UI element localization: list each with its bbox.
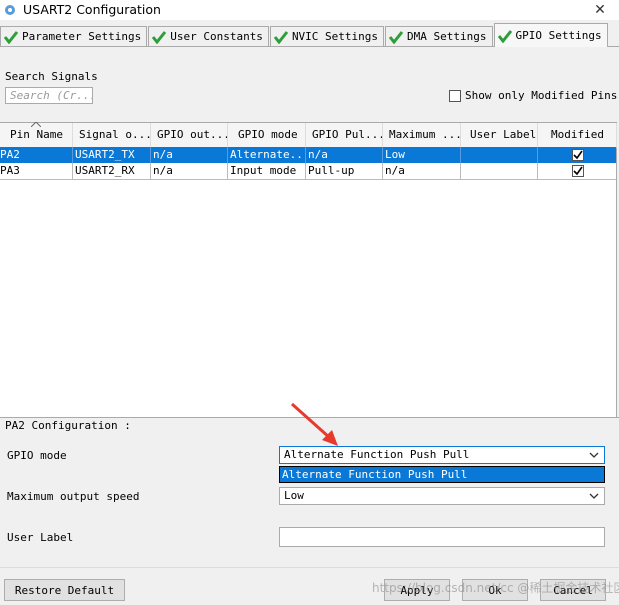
col-gpio-pull[interactable]: GPIO Pul... bbox=[306, 123, 383, 147]
annotation-arrow-icon bbox=[290, 402, 338, 446]
col-max-speed[interactable]: Maximum ... bbox=[383, 123, 461, 147]
table-row[interactable]: PA2 USART2_TX n/a Alternate... n/a Low bbox=[0, 147, 616, 163]
pin-table: Pin Name Signal o... GPIO out... GPIO mo… bbox=[0, 122, 617, 417]
max-speed-value: Low bbox=[284, 489, 304, 502]
cell-user-label bbox=[461, 147, 538, 163]
check-icon bbox=[3, 30, 19, 44]
search-input[interactable]: Search (Cr... bbox=[5, 87, 93, 104]
col-user-label[interactable]: User Label bbox=[461, 123, 538, 147]
tab-dma-settings[interactable]: DMA Settings bbox=[385, 26, 493, 46]
footer-divider bbox=[0, 567, 619, 568]
check-mark-icon bbox=[573, 166, 583, 176]
check-icon bbox=[273, 30, 289, 44]
watermark: https://blog.csdn.net/cc @稀土掘金技术社区 bbox=[372, 581, 619, 595]
cell-user-label bbox=[461, 163, 538, 179]
cell-mode: Input mode bbox=[228, 163, 306, 179]
cell-pull: n/a bbox=[306, 147, 383, 163]
tab-bar: Parameter Settings User Constants NVIC S… bbox=[0, 22, 619, 47]
tab-nvic-settings[interactable]: NVIC Settings bbox=[269, 26, 385, 46]
app-gear-icon bbox=[5, 5, 15, 15]
tab-label: Parameter Settings bbox=[22, 30, 142, 43]
tab-label: GPIO Settings bbox=[515, 29, 602, 42]
cell-pin: PA3 bbox=[0, 163, 73, 179]
col-gpio-mode[interactable]: GPIO mode bbox=[228, 123, 306, 147]
user-label-input[interactable] bbox=[279, 527, 605, 547]
check-icon bbox=[152, 30, 167, 44]
cell-pin: PA2 bbox=[0, 147, 73, 163]
tab-user-constants[interactable]: User Constants bbox=[148, 26, 269, 46]
user-label-label: User Label bbox=[7, 531, 74, 544]
col-pin-name[interactable]: Pin Name bbox=[0, 123, 73, 147]
cell-output: n/a bbox=[151, 147, 228, 163]
title-bar: USART2 Configuration ✕ bbox=[0, 0, 619, 20]
chevron-down-icon bbox=[589, 493, 599, 499]
cell-output: n/a bbox=[151, 163, 228, 179]
tab-label: NVIC Settings bbox=[291, 30, 379, 43]
show-modified-checkbox[interactable] bbox=[449, 90, 461, 102]
table-header: Pin Name Signal o... GPIO out... GPIO mo… bbox=[0, 122, 617, 148]
col-modified[interactable]: Modified bbox=[538, 123, 617, 147]
tab-gpio-settings[interactable]: GPIO Settings bbox=[493, 23, 608, 47]
cell-speed: Low bbox=[383, 147, 461, 163]
check-icon bbox=[388, 30, 404, 44]
restore-default-button[interactable]: Restore Default bbox=[4, 579, 125, 601]
modified-checkbox bbox=[572, 165, 584, 177]
config-title: PA2 Configuration : bbox=[5, 419, 131, 432]
cell-signal: USART2_RX bbox=[73, 163, 151, 179]
tab-label: User Constants bbox=[170, 30, 263, 43]
max-speed-label: Maximum output speed bbox=[7, 490, 140, 503]
gpio-mode-label: GPIO mode bbox=[7, 449, 67, 462]
cell-speed: n/a bbox=[383, 163, 461, 179]
close-button[interactable]: ✕ bbox=[589, 0, 611, 20]
cell-pull: Pull-up bbox=[306, 163, 383, 179]
max-speed-select[interactable]: Low bbox=[279, 487, 605, 505]
chevron-down-icon bbox=[589, 452, 599, 458]
col-gpio-output[interactable]: GPIO out... bbox=[151, 123, 228, 147]
check-mark-icon bbox=[573, 150, 583, 160]
col-signal[interactable]: Signal o... bbox=[73, 123, 151, 147]
show-modified-label: Show only Modified Pins bbox=[465, 89, 618, 102]
table-row[interactable]: PA3 USART2_RX n/a Input mode Pull-up n/a bbox=[0, 163, 616, 180]
gpio-mode-option[interactable]: Alternate Function Push Pull bbox=[279, 466, 605, 483]
search-signals-label: Search Signals bbox=[5, 70, 98, 83]
tab-label: DMA Settings bbox=[407, 30, 487, 43]
cell-signal: USART2_TX bbox=[73, 147, 151, 163]
window-title: USART2 Configuration bbox=[23, 2, 161, 17]
modified-checkbox bbox=[572, 149, 584, 161]
tab-parameter-settings[interactable]: Parameter Settings bbox=[0, 26, 148, 46]
check-icon bbox=[497, 29, 512, 43]
cell-mode: Alternate... bbox=[230, 147, 306, 163]
